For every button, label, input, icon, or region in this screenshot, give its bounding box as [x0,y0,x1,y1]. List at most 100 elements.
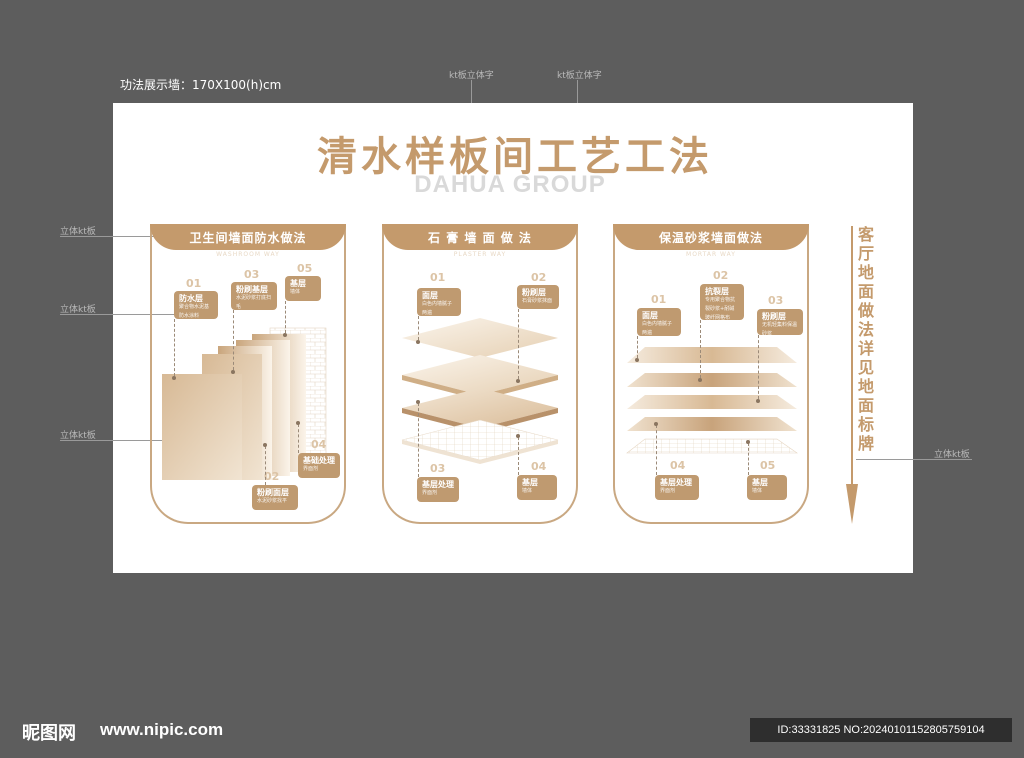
panel-title: 石 膏 墙 面 做 法 [428,231,532,245]
step-number: 01 [430,271,446,284]
leader-line [174,319,175,376]
plaster-layers-illustration [401,318,559,464]
step-number: 05 [760,459,776,472]
leader-dot [654,422,658,426]
callout-line [856,459,972,460]
step-desc: 聚合物水泥基防水涂料 [179,304,210,319]
step-number: 03 [768,294,784,307]
step-tag: 基层 墙体 [747,475,787,500]
step-title: 防水层 [179,294,203,303]
leader-line [285,301,286,333]
step-desc: 白色内墙腻子两遍 [642,321,673,336]
step-tag: 面层 白色内墙腻子两遍 [637,308,681,336]
step-title: 粉刷层 [522,288,546,297]
step-title: 面层 [642,311,658,320]
step-title: 粉刷基层 [236,285,268,294]
panel-header: 石 膏 墙 面 做 法 [382,224,578,250]
step-tag: 防水层 聚合物水泥基防水涂料 [174,291,218,319]
step-desc: 水泥砂浆打底扫毛 [236,295,272,310]
step-number: 03 [430,462,446,475]
leader-dot [635,358,639,362]
step-title: 基层 [522,478,538,487]
leader-line [700,320,701,378]
step-title: 粉刷层 [762,312,786,321]
leader-dot [296,421,300,425]
leader-dot [231,370,235,374]
side-note-arrow-icon [846,484,858,524]
leader-line [637,336,638,358]
leader-dot [416,340,420,344]
step-title: 基层处理 [422,480,454,489]
step-title: 基层处理 [660,478,692,487]
step-desc: 墙体 [522,488,533,494]
step-desc: 界面剂 [660,488,676,494]
step-tag: 基层 墙体 [517,475,557,500]
step-tag: 基层处理 界面剂 [417,477,459,502]
step-number: 04 [311,438,327,451]
step-number: 04 [670,459,686,472]
step-desc: 墙体 [290,289,301,295]
side-note-bar [851,226,853,514]
step-tag: 粉刷层 无机轻集料保温砂浆 [757,309,803,337]
leader-dot [283,333,287,337]
leader-dot [516,434,520,438]
spec-label: 功法展示墙：170X100(h)cm [120,78,282,92]
step-desc: 水泥砂浆找平 [257,498,288,504]
step-desc: 无机轻集料保温砂浆 [762,322,798,337]
brand-text: DAHUA GROUP [414,171,606,198]
step-title: 面层 [422,291,438,300]
leader-dot [172,376,176,380]
step-desc: 专用聚合物抗裂砂浆+耐碱玻纤网格布 [705,297,736,321]
step-title: 基层 [752,478,768,487]
image-id-badge: ID:33331825 NO:20240101152805759104 [750,718,1012,742]
callout-line [60,236,160,237]
step-tag: 基层处理 界面剂 [655,475,699,500]
step-tag: 面层 白色内墙腻子两遍 [417,288,461,316]
step-number: 02 [713,269,729,282]
panel-header: 卫生间墙面防水做法 [150,224,346,250]
step-number: 03 [244,268,260,281]
leader-line [518,437,519,475]
leader-dot [746,440,750,444]
leader-line [656,425,657,475]
step-tag: 粉刷基层 水泥砂浆打底扫毛 [231,282,277,310]
step-title: 抗裂层 [705,287,729,296]
step-desc: 白色内墙腻子两遍 [422,301,453,316]
step-tag: 抗裂层 专用聚合物抗裂砂浆+耐碱玻纤网格布 [700,284,744,321]
panel-title: 保温砂浆墙面做法 [658,231,763,245]
step-tag: 基层 墙体 [285,276,321,301]
leader-dot [698,378,702,382]
step-desc: 墙体 [752,488,763,494]
leader-line [265,446,266,485]
leader-line [298,424,299,453]
leader-line [418,403,419,477]
panel-header: 保温砂浆墙面做法 [613,224,809,250]
step-number: 04 [531,460,547,473]
leader-dot [516,379,520,383]
step-number: 02 [531,271,547,284]
step-number: 05 [297,262,313,275]
step-title: 粉刷面层 [257,488,289,497]
step-desc: 界面剂 [422,490,438,496]
step-tag: 基础处理 界面剂 [298,453,340,478]
step-title: 基层 [290,279,306,288]
leader-line [748,443,749,475]
leader-dot [263,443,267,447]
watermark-logo: 昵图网 [22,723,76,744]
leader-dot [416,400,420,404]
panel-title: 卫生间墙面防水做法 [189,231,307,245]
panel-subtitle: PLASTER WAY [453,251,507,258]
leader-line [518,309,519,379]
step-desc: 界面剂 [303,466,319,472]
step-number: 02 [264,470,280,483]
watermark-site: www.nipic.com [100,720,224,739]
leader-line [418,316,419,340]
step-title: 基础处理 [303,456,335,465]
panel-subtitle: MORTAR WAY [686,251,736,258]
step-desc: 石膏砂浆抹面 [522,298,553,304]
step-number: 01 [186,277,202,290]
mortar-layers-illustration [626,347,798,454]
step-tag: 粉刷层 石膏砂浆抹面 [517,285,559,309]
step-number: 01 [651,293,667,306]
leader-line [233,310,234,370]
